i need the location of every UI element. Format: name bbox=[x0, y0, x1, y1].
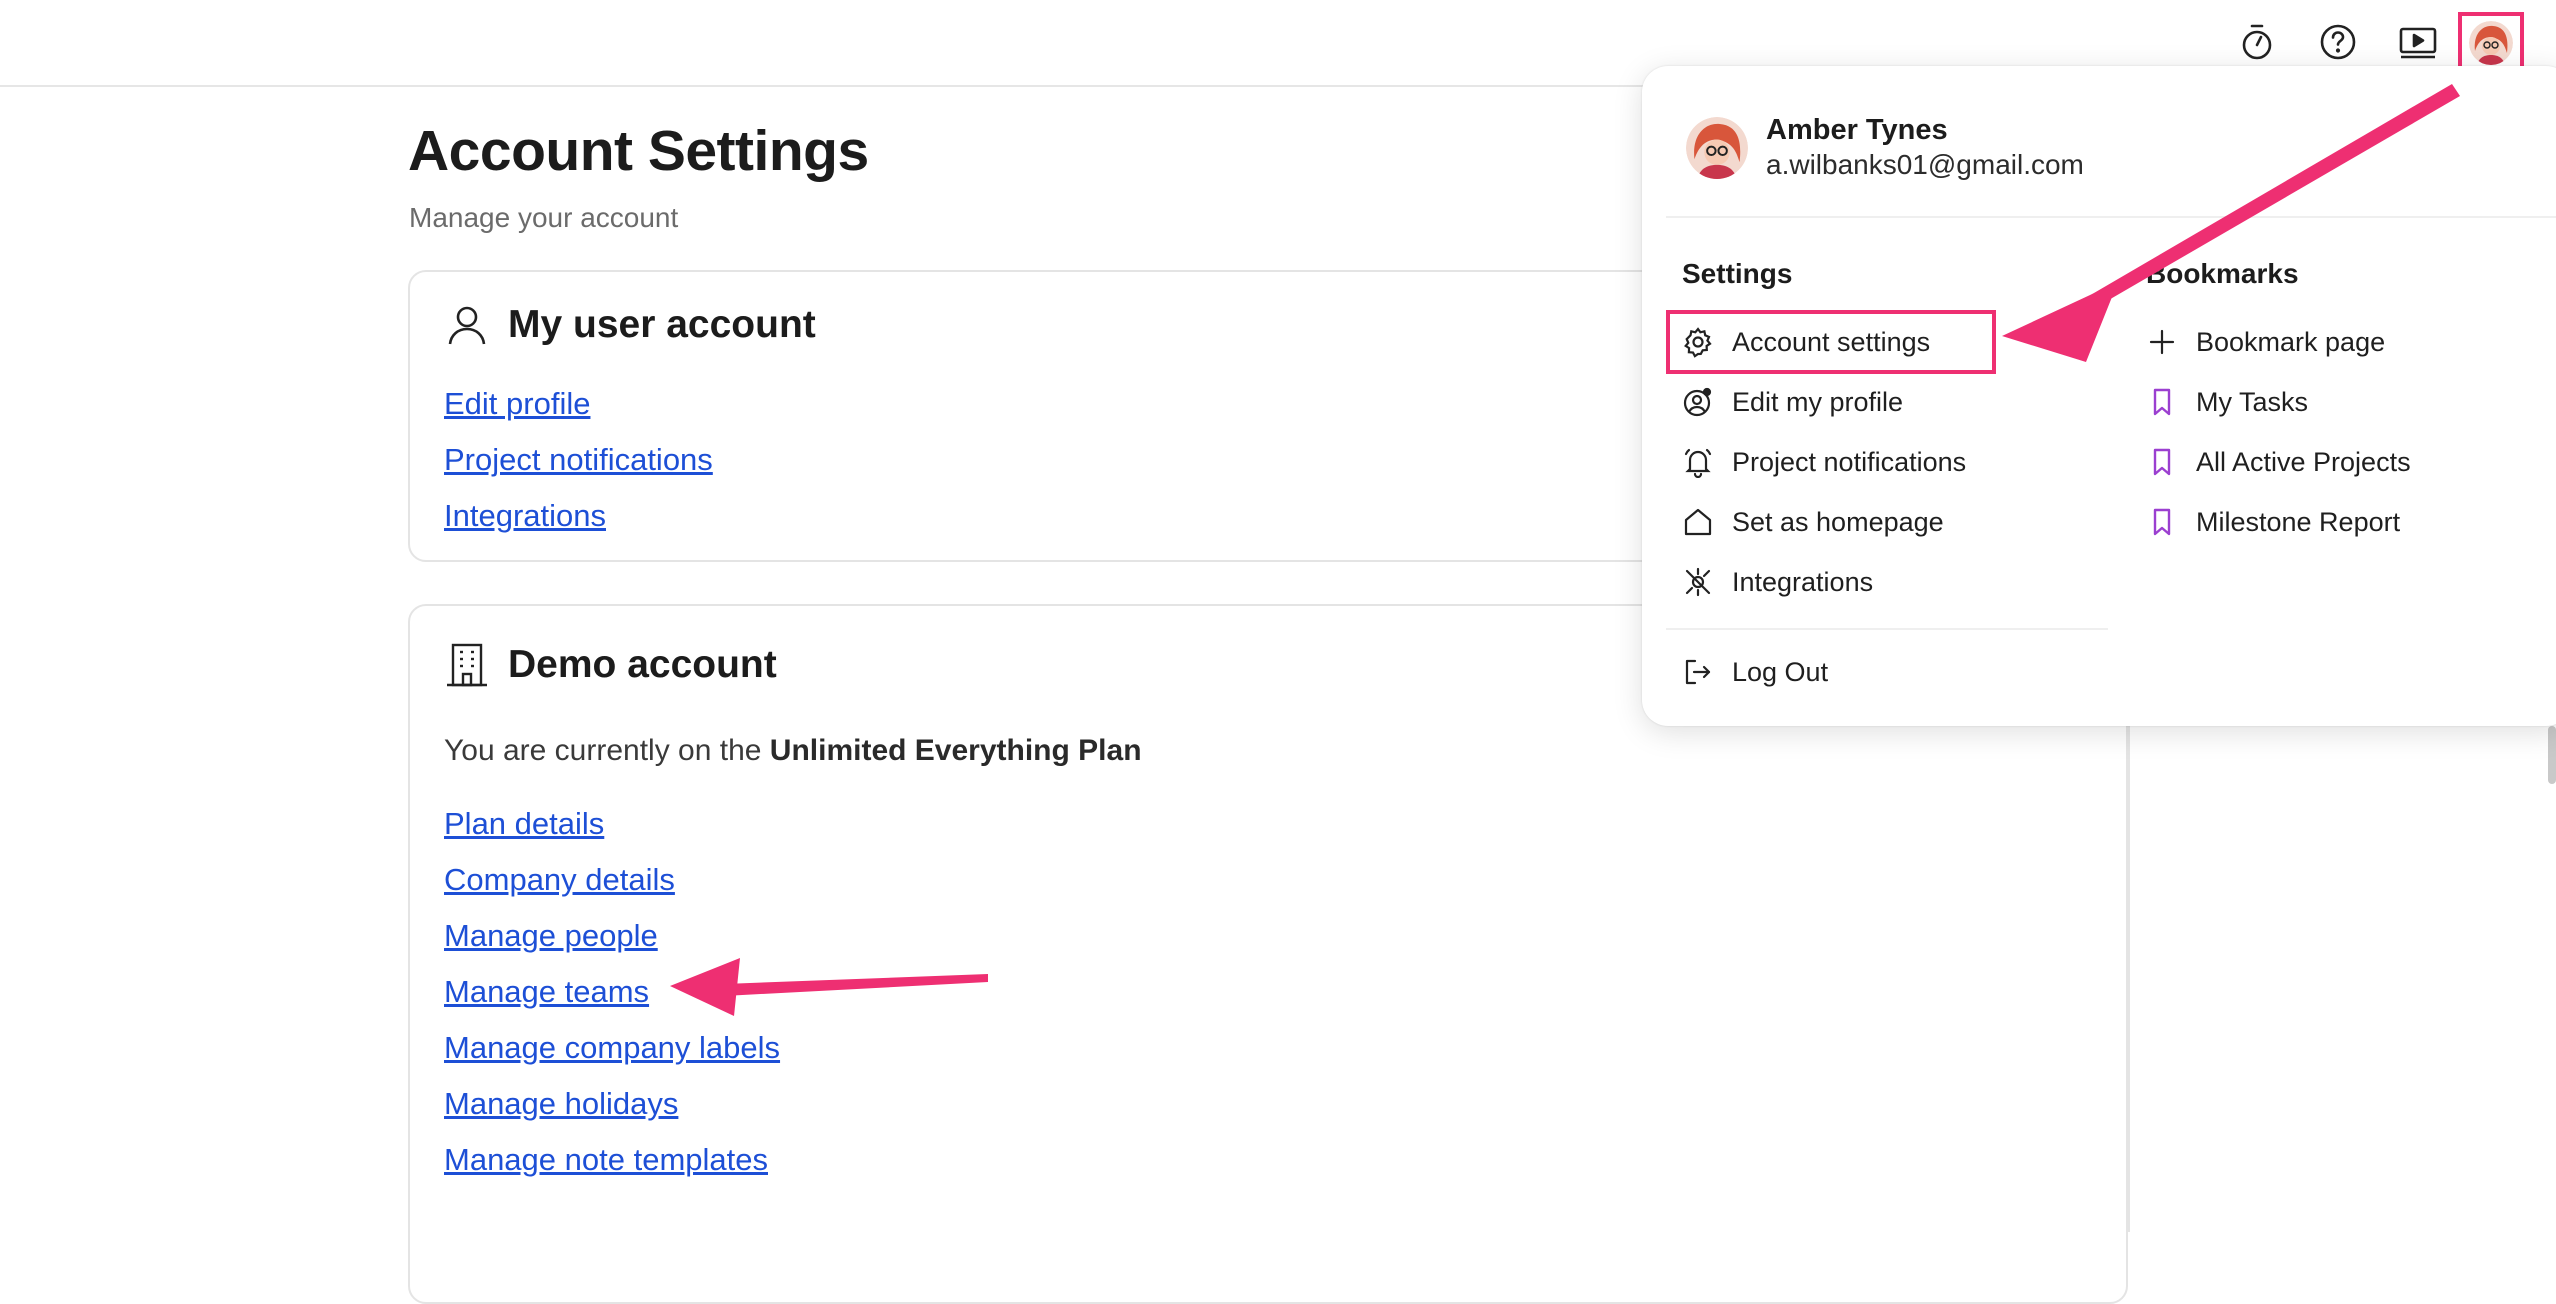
user-icon bbox=[448, 306, 486, 345]
manage-people-link[interactable]: Manage people bbox=[444, 918, 658, 954]
page-subtitle: Manage your account bbox=[409, 202, 679, 233]
manage-teams-link[interactable]: Manage teams bbox=[444, 974, 649, 1010]
user-avatar bbox=[1686, 116, 1748, 179]
project-notifications-link[interactable]: Project notifications bbox=[444, 442, 713, 478]
bookmark-page-item[interactable]: Bookmark page bbox=[2146, 326, 2385, 358]
account-settings-label: Account settings bbox=[1732, 326, 1931, 357]
video-tutorial-icon[interactable] bbox=[2394, 18, 2442, 66]
bookmark-icon bbox=[2153, 388, 2171, 416]
user-menu-dropdown: Amber Tynes a.wilbanks01@gmail.com Setti… bbox=[1642, 66, 2556, 726]
dropdown-user-name: Amber Tynes bbox=[1766, 114, 1948, 146]
gear-icon bbox=[1684, 327, 1712, 358]
log-out-item[interactable]: Log Out bbox=[1682, 656, 1828, 688]
plan-name: Unlimited Everything Plan bbox=[769, 734, 1142, 767]
edit-my-profile-item[interactable]: Edit my profile bbox=[1682, 386, 1903, 418]
dropdown-divider bbox=[1666, 216, 2556, 218]
bookmark-icon bbox=[2153, 508, 2171, 536]
user-account-title: My user account bbox=[508, 303, 816, 346]
user-avatar bbox=[2469, 21, 2513, 65]
stopwatch-icon[interactable] bbox=[2233, 18, 2281, 66]
company-details-link[interactable]: Company details bbox=[444, 862, 675, 898]
plan-description: You are currently on the Unlimited Every… bbox=[444, 734, 1142, 768]
right-panel-divider bbox=[2128, 700, 2130, 1232]
plus-icon bbox=[2149, 329, 2175, 355]
project-notifications-item[interactable]: Project notifications bbox=[1682, 446, 1966, 478]
demo-account-title: Demo account bbox=[508, 643, 777, 686]
project-notifications-label: Project notifications bbox=[1732, 446, 1967, 477]
bookmark-my-tasks[interactable]: My Tasks bbox=[2146, 386, 2308, 418]
user-avatar-button[interactable] bbox=[2458, 12, 2524, 74]
dropdown-user-email: a.wilbanks01@gmail.com bbox=[1766, 149, 2084, 180]
dropdown-user-info: Amber Tynes a.wilbanks01@gmail.com bbox=[1686, 114, 2084, 181]
bookmark-all-active-projects[interactable]: All Active Projects bbox=[2146, 446, 2411, 478]
bell-icon bbox=[1684, 448, 1712, 478]
integrations-link[interactable]: Integrations bbox=[444, 498, 606, 534]
user-account-header: My user account bbox=[444, 302, 816, 348]
bookmark-milestone-report[interactable]: Milestone Report bbox=[2146, 506, 2400, 538]
logout-icon bbox=[1685, 659, 1711, 685]
set-as-homepage-item[interactable]: Set as homepage bbox=[1682, 506, 1944, 538]
account-settings-item[interactable]: Account settings bbox=[1682, 326, 1930, 358]
bookmark-label: Milestone Report bbox=[2196, 506, 2401, 537]
bookmark-page-label: Bookmark page bbox=[2196, 326, 2386, 357]
demo-account-header: Demo account bbox=[444, 642, 777, 688]
edit-my-profile-label: Edit my profile bbox=[1732, 386, 1904, 417]
bookmark-icon bbox=[2153, 448, 2171, 476]
plan-prefix: You are currently on the bbox=[444, 734, 770, 767]
bookmark-label: My Tasks bbox=[2196, 386, 2309, 417]
plan-details-link[interactable]: Plan details bbox=[444, 806, 604, 842]
integrations-item[interactable]: Integrations bbox=[1682, 566, 1873, 598]
dropdown-divider bbox=[1666, 628, 2108, 630]
log-out-label: Log Out bbox=[1732, 656, 1829, 687]
bookmark-label: All Active Projects bbox=[2196, 446, 2411, 477]
scrollbar-thumb[interactable] bbox=[2548, 726, 2556, 784]
set-as-homepage-label: Set as homepage bbox=[1732, 506, 1944, 537]
manage-note-templates-link[interactable]: Manage note templates bbox=[444, 1142, 768, 1178]
help-icon[interactable] bbox=[2314, 18, 2362, 66]
integrations-label: Integrations bbox=[1732, 566, 1874, 597]
profile-icon bbox=[1683, 387, 1712, 417]
building-icon bbox=[447, 643, 487, 687]
settings-heading: Settings bbox=[1682, 258, 1793, 289]
manage-holidays-link[interactable]: Manage holidays bbox=[444, 1086, 678, 1122]
manage-company-labels-link[interactable]: Manage company labels bbox=[444, 1030, 780, 1066]
page-title: Account Settings bbox=[408, 119, 869, 183]
plug-icon bbox=[1685, 567, 1711, 597]
edit-profile-link[interactable]: Edit profile bbox=[444, 386, 590, 422]
bookmarks-heading: Bookmarks bbox=[2146, 258, 2299, 289]
home-icon bbox=[1684, 508, 1712, 536]
